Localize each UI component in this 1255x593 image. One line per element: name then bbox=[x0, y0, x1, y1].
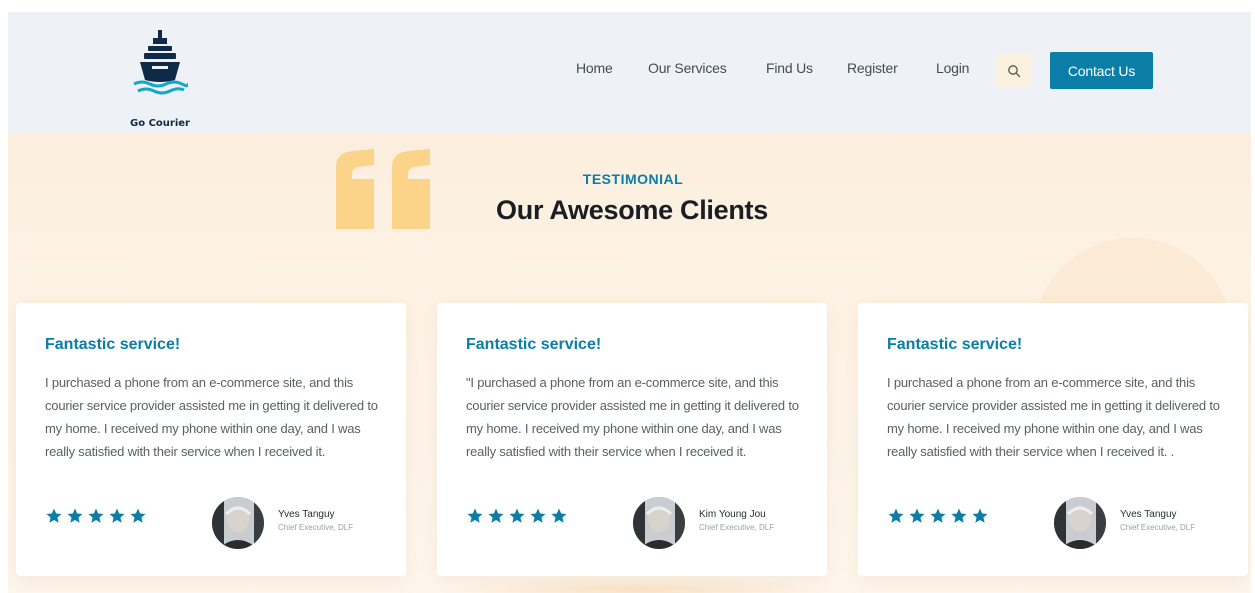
ship-logo-icon bbox=[133, 30, 188, 95]
testimonial-title: Fantastic service! bbox=[45, 336, 181, 353]
testimonial-card: Fantastic service! "I purchased a phone … bbox=[437, 303, 827, 576]
star-icon bbox=[509, 508, 525, 523]
contact-us-button[interactable]: Contact Us bbox=[1050, 52, 1153, 89]
person-photo bbox=[633, 497, 685, 549]
avatar bbox=[633, 497, 685, 549]
logo-text: Go Courier bbox=[130, 118, 190, 129]
section-title: Our Awesome Clients bbox=[496, 195, 768, 225]
testimonial-section: TESTIMONIAL Our Awesome Clients Fantasti… bbox=[8, 133, 1251, 593]
testimonial-card: Fantastic service! I purchased a phone f… bbox=[16, 303, 406, 576]
person-name: Kim Young Jou bbox=[699, 509, 766, 520]
section-eyebrow: TESTIMONIAL bbox=[582, 171, 684, 187]
star-rating bbox=[887, 507, 989, 527]
testimonial-text: I purchased a phone from an e-commerce s… bbox=[45, 375, 378, 459]
person-photo bbox=[1054, 497, 1106, 549]
testimonial-text: "I purchased a phone from an e-commerce … bbox=[466, 375, 799, 459]
page: Go Courier Home Our Services Find Us Reg… bbox=[8, 12, 1251, 593]
testimonial-title: Fantastic service! bbox=[887, 336, 1023, 353]
star-icon bbox=[530, 508, 546, 523]
star-icon bbox=[951, 508, 967, 523]
star-icon bbox=[551, 508, 567, 523]
person-name: Yves Tanguy bbox=[1120, 509, 1177, 520]
site-header: Go Courier Home Our Services Find Us Reg… bbox=[8, 12, 1251, 133]
star-icon bbox=[930, 508, 946, 523]
quote-icon bbox=[336, 149, 430, 229]
person-role: Chief Executive, DLF bbox=[699, 523, 775, 532]
avatar bbox=[212, 497, 264, 549]
person-role: Chief Executive, DLF bbox=[278, 523, 354, 532]
person-photo bbox=[212, 497, 264, 549]
star-rating bbox=[466, 507, 568, 527]
person-role: Chief Executive, DLF bbox=[1120, 523, 1196, 532]
nav-our-services[interactable]: Our Services bbox=[648, 60, 727, 76]
testimonial-text: I purchased a phone from an e-commerce s… bbox=[887, 375, 1220, 459]
nav-register[interactable]: Register bbox=[847, 60, 898, 76]
testimonial-title: Fantastic service! bbox=[466, 336, 602, 353]
star-icon bbox=[46, 508, 62, 523]
testimonial-card: Fantastic service! I purchased a phone f… bbox=[858, 303, 1248, 576]
star-icon bbox=[130, 508, 146, 523]
star-icon bbox=[67, 508, 83, 523]
star-icon bbox=[467, 508, 483, 523]
logo[interactable]: Go Courier bbox=[122, 28, 198, 129]
person-name: Yves Tanguy bbox=[278, 509, 335, 520]
star-rating bbox=[45, 507, 147, 527]
star-icon bbox=[109, 508, 125, 523]
nav-login[interactable]: Login bbox=[936, 60, 969, 76]
star-icon bbox=[888, 508, 904, 523]
star-icon bbox=[909, 508, 925, 523]
nav-home[interactable]: Home bbox=[576, 60, 613, 76]
nav-find-us[interactable]: Find Us bbox=[766, 60, 813, 76]
decorative-glow bbox=[438, 575, 838, 593]
star-icon bbox=[488, 508, 504, 523]
star-icon bbox=[88, 508, 104, 523]
search-icon bbox=[1008, 65, 1021, 78]
avatar bbox=[1054, 497, 1106, 549]
star-icon bbox=[972, 508, 988, 523]
search-button[interactable] bbox=[996, 54, 1032, 88]
